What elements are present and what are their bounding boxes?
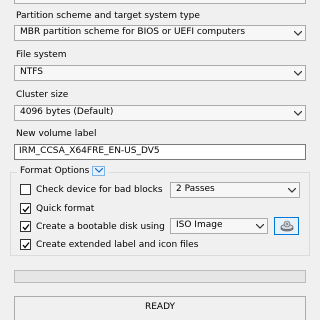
file-system-value: NTFS bbox=[20, 67, 43, 77]
partition-scheme-value: MBR partition scheme for BIOS or UEFI co… bbox=[20, 27, 246, 37]
quick-format-option[interactable]: Quick format bbox=[20, 203, 94, 214]
bootable-option[interactable]: Create a bootable disk using bbox=[20, 221, 165, 232]
disk-drive-icon bbox=[280, 220, 294, 232]
bad-blocks-option[interactable]: Check device for bad blocks bbox=[20, 184, 163, 195]
passes-value: 2 Passes bbox=[176, 184, 215, 194]
file-system-label: File system bbox=[16, 50, 67, 60]
volume-label-input[interactable]: IRM_CCSA_X64FRE_EN-US_DV5 bbox=[14, 144, 306, 160]
status-bar: READY bbox=[14, 296, 306, 320]
boot-image-select[interactable]: ISO Image bbox=[170, 218, 268, 234]
chevron-down-icon bbox=[252, 219, 267, 233]
extended-label-label: Create extended label and icon files bbox=[36, 239, 199, 250]
cluster-size-select[interactable]: 4096 bytes (Default) bbox=[14, 105, 306, 121]
cluster-size-value: 4096 bytes (Default) bbox=[20, 107, 114, 117]
partition-scheme-select[interactable]: MBR partition scheme for BIOS or UEFI co… bbox=[14, 25, 306, 41]
device-combo-bottom-edge bbox=[14, 0, 306, 4]
check-icon bbox=[22, 242, 30, 249]
check-icon bbox=[22, 206, 30, 213]
format-options-title: Format Options bbox=[20, 166, 90, 176]
bad-blocks-checkbox[interactable] bbox=[20, 184, 31, 195]
volume-label-value: IRM_CCSA_X64FRE_EN-US_DV5 bbox=[19, 146, 160, 156]
file-system-select[interactable]: NTFS bbox=[14, 65, 306, 81]
format-options-header: Format Options bbox=[17, 166, 109, 176]
partition-scheme-label: Partition scheme and target system type bbox=[16, 11, 200, 21]
quick-format-checkbox[interactable] bbox=[20, 203, 31, 214]
chevron-down-icon bbox=[290, 106, 305, 120]
status-text: READY bbox=[144, 302, 176, 312]
quick-format-label: Quick format bbox=[36, 203, 95, 214]
chevron-down-icon bbox=[290, 26, 305, 40]
volume-label-label: New volume label bbox=[16, 129, 97, 139]
extended-label-option[interactable]: Create extended label and icon files bbox=[20, 239, 198, 250]
check-icon bbox=[22, 224, 30, 231]
select-image-button[interactable] bbox=[274, 217, 299, 235]
bad-blocks-label: Check device for bad blocks bbox=[36, 184, 163, 195]
chevron-down-icon bbox=[284, 183, 299, 197]
passes-select[interactable]: 2 Passes bbox=[170, 182, 300, 198]
bootable-checkbox[interactable] bbox=[20, 221, 31, 232]
chevron-down-icon bbox=[290, 66, 305, 80]
boot-image-value: ISO Image bbox=[176, 220, 223, 230]
bootable-label: Create a bootable disk using bbox=[36, 221, 165, 232]
expand-toggle-icon[interactable] bbox=[92, 166, 106, 176]
progress-bar bbox=[14, 270, 306, 283]
extended-label-checkbox[interactable] bbox=[20, 239, 31, 250]
cluster-size-label: Cluster size bbox=[16, 90, 69, 100]
